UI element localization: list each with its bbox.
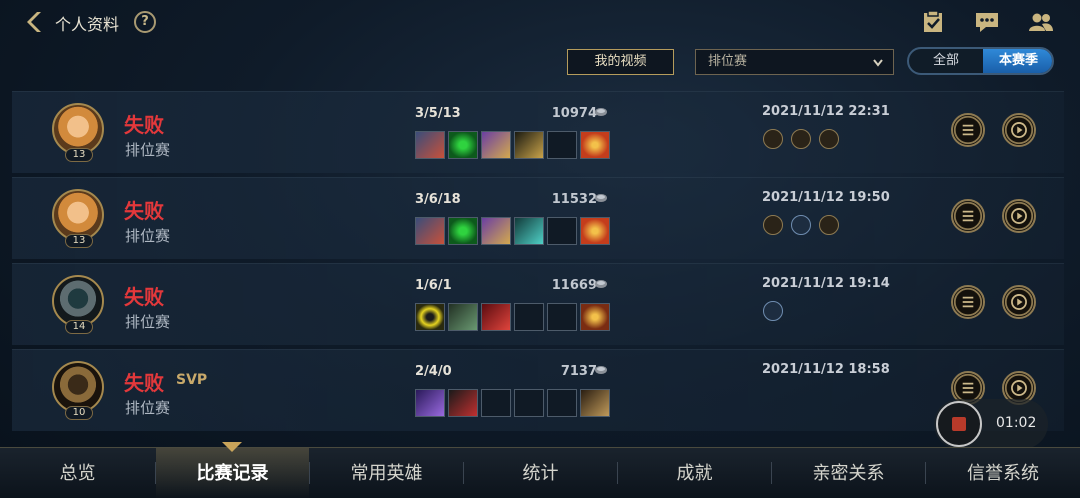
match-row[interactable]: 13 失败 排位赛 3/6/18 11532 2021/11/12 19:50 — [12, 177, 1064, 259]
item-icon — [514, 131, 544, 159]
match-mode: 排位赛 — [125, 313, 171, 331]
match-detail-icon[interactable] — [951, 199, 985, 233]
match-time: 2021/11/12 18:58 — [762, 362, 890, 377]
badge-icon — [819, 129, 839, 149]
kda: 2/4/0 — [415, 364, 452, 379]
season-toggle[interactable]: 全部 本赛季 — [907, 47, 1054, 75]
empty-item-slot — [547, 217, 577, 245]
match-mode: 排位赛 — [125, 141, 171, 159]
kda: 3/5/13 — [415, 106, 461, 121]
match-result: 失败 — [124, 371, 164, 395]
replay-icon[interactable] — [1002, 199, 1036, 233]
chevron-down-icon — [873, 59, 883, 67]
hero-level-badge: 10 — [65, 406, 93, 420]
tab-achievements[interactable]: 成就 — [618, 448, 771, 498]
friends-icon[interactable] — [1028, 10, 1054, 34]
match-detail-icon[interactable] — [951, 285, 985, 319]
match-time: 2021/11/12 19:50 — [762, 190, 890, 205]
empty-item-slot — [514, 389, 544, 417]
toggle-this-season[interactable]: 本赛季 — [983, 49, 1052, 73]
item-icon — [448, 389, 478, 417]
kda: 3/6/18 — [415, 192, 461, 207]
match-result: 失败 — [124, 113, 164, 137]
item-icon — [481, 217, 511, 245]
screen-recording-widget[interactable]: 01:02 — [934, 399, 1048, 449]
item-icon — [415, 217, 445, 245]
item-icon — [415, 389, 445, 417]
item-icon — [580, 217, 610, 245]
mode-select[interactable]: 排位赛 — [695, 49, 894, 75]
toggle-all[interactable]: 全部 — [909, 49, 983, 73]
badge-icon — [791, 215, 811, 235]
tab-relationships[interactable]: 亲密关系 — [772, 448, 925, 498]
bottom-tab-bar: 总览 比赛记录 常用英雄 统计 成就 亲密关系 信誉系统 — [0, 442, 1080, 498]
empty-item-slot — [547, 131, 577, 159]
match-row[interactable]: 13 失败 排位赛 3/5/13 10974 2021/11/12 22:31 — [12, 91, 1064, 173]
item-icon — [514, 217, 544, 245]
hero-level-badge: 14 — [65, 320, 93, 334]
item-icon — [448, 131, 478, 159]
tab-credit-system[interactable]: 信誉系统 — [926, 448, 1080, 498]
empty-item-slot — [481, 389, 511, 417]
replay-icon[interactable] — [1002, 285, 1036, 319]
item-icon — [580, 131, 610, 159]
item-icon — [580, 303, 610, 331]
item-icon — [448, 303, 478, 331]
stop-icon — [952, 417, 966, 431]
tab-common-heroes[interactable]: 常用英雄 — [310, 448, 463, 498]
match-detail-icon[interactable] — [951, 113, 985, 147]
my-videos-button[interactable]: 我的视频 — [567, 49, 674, 75]
task-checklist-icon[interactable] — [920, 10, 946, 34]
hero-level-badge: 13 — [65, 148, 93, 162]
help-icon[interactable]: ? — [134, 11, 156, 33]
item-icon — [415, 303, 445, 331]
gold: 7137 — [560, 364, 597, 379]
badge-icon — [763, 215, 783, 235]
tab-overview[interactable]: 总览 — [0, 448, 155, 498]
gold: 11669 — [551, 278, 597, 293]
stop-recording-button[interactable] — [936, 401, 982, 447]
tab-statistics[interactable]: 统计 — [464, 448, 617, 498]
item-icon — [415, 131, 445, 159]
match-row[interactable]: 10 失败 SVP 排位赛 2/4/0 7137 2021/11/12 18:5… — [12, 349, 1064, 431]
match-mode: 排位赛 — [125, 227, 171, 245]
gold-coin-icon — [595, 366, 607, 374]
item-icon — [448, 217, 478, 245]
gold-coin-icon — [595, 194, 607, 202]
match-time: 2021/11/12 22:31 — [762, 104, 890, 119]
page-title: 个人资料 — [55, 15, 120, 34]
gold-coin-icon — [595, 108, 607, 116]
empty-item-slot — [514, 303, 544, 331]
badge-icon — [763, 129, 783, 149]
item-icon — [580, 389, 610, 417]
match-time: 2021/11/12 19:14 — [762, 276, 890, 291]
badge-icon — [819, 215, 839, 235]
badge-icon — [791, 129, 811, 149]
gold-coin-icon — [595, 280, 607, 288]
mode-select-value: 排位赛 — [708, 54, 748, 69]
match-result: 失败 — [124, 285, 164, 309]
recording-timer: 01:02 — [996, 415, 1037, 431]
back-arrow-icon[interactable] — [22, 10, 46, 34]
match-result: 失败 — [124, 199, 164, 223]
replay-icon[interactable] — [1002, 113, 1036, 147]
empty-item-slot — [547, 303, 577, 331]
match-mode: 排位赛 — [125, 399, 171, 417]
empty-item-slot — [547, 389, 577, 417]
match-row[interactable]: 14 失败 排位赛 1/6/1 11669 2021/11/12 19:14 — [12, 263, 1064, 345]
gold: 10974 — [551, 106, 597, 121]
tab-match-history[interactable]: 比赛记录 — [156, 448, 309, 498]
top-bar: 个人资料 ? — [0, 0, 1080, 44]
svp-badge: SVP — [176, 372, 208, 388]
badge-icon — [763, 301, 783, 321]
kda: 1/6/1 — [415, 278, 452, 293]
chat-icon[interactable] — [974, 10, 1000, 34]
gold: 11532 — [551, 192, 597, 207]
item-icon — [481, 131, 511, 159]
item-icon — [481, 303, 511, 331]
hero-level-badge: 13 — [65, 234, 93, 248]
